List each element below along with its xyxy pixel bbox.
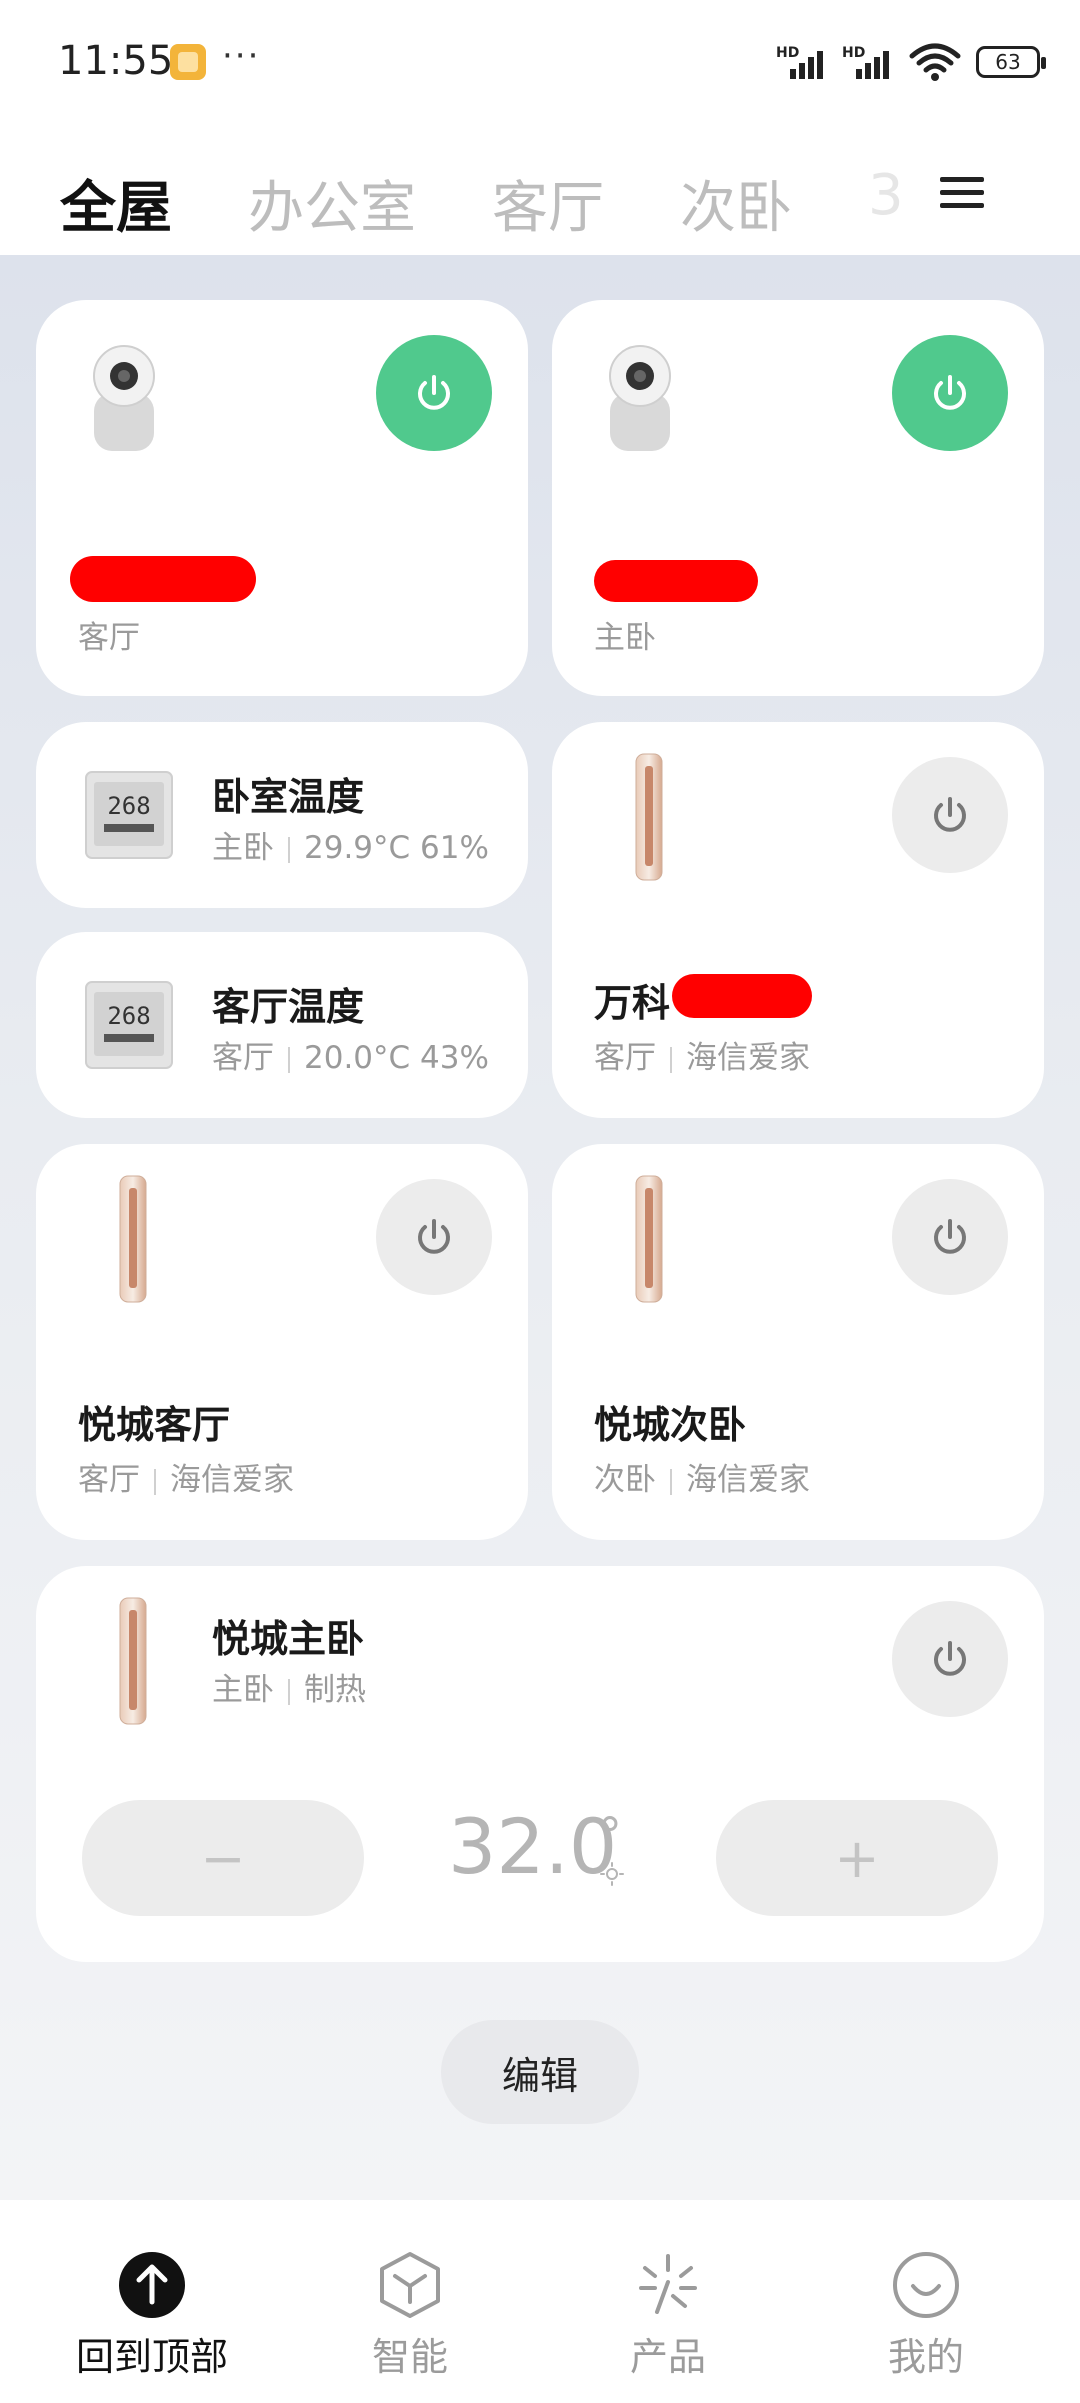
wifi-icon xyxy=(909,43,961,81)
redacted-device-name xyxy=(70,556,256,602)
ac-living-power-button[interactable] xyxy=(376,1179,492,1295)
power-icon xyxy=(418,1219,450,1254)
arrow-up-icon xyxy=(119,2252,185,2318)
edit-button[interactable]: 编辑 xyxy=(441,2020,639,2124)
power-icon xyxy=(934,1641,966,1676)
ac-card-yuecheng-living[interactable]: 悦城客厅 客厅 海信爱家 xyxy=(36,1144,528,1540)
menu-button[interactable] xyxy=(940,172,984,216)
nav-products-label: 产品 xyxy=(629,2335,706,2379)
bottom-navigation: 回到顶部 智能 产品 我的 xyxy=(0,2200,1080,2403)
camera-icon xyxy=(93,345,155,451)
ac-card-vanke[interactable]: 万科 客厅 海信爱家 xyxy=(552,722,1044,1118)
air-conditioner-icon xyxy=(119,1597,147,1725)
svg-text:268: 268 xyxy=(107,792,150,820)
sensor-living-name: 客厅温度 xyxy=(212,985,365,1029)
air-conditioner-icon xyxy=(635,1175,663,1303)
camera-card-master[interactable]: 主卧 xyxy=(552,300,1044,696)
power-icon xyxy=(934,1219,966,1254)
temperature-unit: ° xyxy=(598,1808,622,1864)
cube-icon xyxy=(380,2252,440,2318)
sensor-card-living[interactable]: 268 客厅温度 客厅 20.0°C 43% xyxy=(36,932,528,1118)
ac-vanke-power-button[interactable] xyxy=(892,757,1008,873)
ac-master-power-button[interactable] xyxy=(892,1601,1008,1717)
cell-signal-2-icon: HD xyxy=(842,45,894,79)
tab-second-bedroom[interactable]: 次卧 xyxy=(680,163,792,244)
temperature-increase-button[interactable]: + xyxy=(716,1800,998,1916)
cell-signal-1-icon: HD xyxy=(776,45,828,79)
svg-text:268: 268 xyxy=(107,1002,150,1030)
ac-living-subtitle: 客厅 海信爱家 xyxy=(78,1462,294,1498)
camera-living-power-button[interactable] xyxy=(376,335,492,451)
ac-living-name: 悦城客厅 xyxy=(78,1403,231,1447)
nav-smart-label: 智能 xyxy=(371,2335,448,2379)
thermometer-icon: 268 xyxy=(85,771,173,859)
tab-overflow[interactable]: 3 xyxy=(868,163,904,228)
ac-second-name: 悦城次卧 xyxy=(594,1403,747,1447)
sensor-card-bedroom[interactable]: 268 卧室温度 主卧 29.9°C 61% xyxy=(36,722,528,908)
redacted-device-name xyxy=(672,974,812,1018)
thermometer-icon: 268 xyxy=(85,981,173,1069)
ac-card-yuecheng-second[interactable]: 悦城次卧 次卧 海信爱家 xyxy=(552,1144,1044,1540)
temperature-decrease-button[interactable]: − xyxy=(82,1800,364,1916)
sensor-living-subtitle: 客厅 20.0°C 43% xyxy=(212,1040,489,1076)
status-bar: 11:55 ··· HD HD 63 xyxy=(0,0,1080,130)
ac-vanke-subtitle: 客厅 海信爱家 xyxy=(594,1040,810,1076)
camera-master-room-label: 主卧 xyxy=(594,620,656,656)
camera-card-living[interactable]: 客厅 xyxy=(36,300,528,696)
room-tabs: 全屋 办公室 客厅 次卧 3 xyxy=(0,130,1080,255)
sparkle-icon xyxy=(639,2254,697,2314)
temperature-value: 32.0 xyxy=(448,1802,618,1891)
ac-master-name: 悦城主卧 xyxy=(212,1617,365,1661)
nav-back-to-top-label: 回到顶部 xyxy=(75,2335,228,2379)
ac-vanke-name: 万科 xyxy=(594,981,671,1025)
power-icon xyxy=(934,797,966,832)
power-icon xyxy=(934,375,966,410)
tab-living-room[interactable]: 客厅 xyxy=(492,163,604,244)
air-conditioner-icon xyxy=(635,753,663,881)
gallery-notification-icon xyxy=(170,44,206,80)
more-notifications-icon: ··· xyxy=(222,36,261,76)
status-time: 11:55 xyxy=(58,38,174,84)
ac-second-power-button[interactable] xyxy=(892,1179,1008,1295)
camera-living-room-label: 客厅 xyxy=(78,620,140,656)
power-icon xyxy=(418,375,450,410)
smile-icon xyxy=(893,2252,959,2318)
nav-mine-label: 我的 xyxy=(887,2335,964,2379)
ac-master-subtitle: 主卧 制热 xyxy=(212,1672,366,1708)
sensor-bedroom-subtitle: 主卧 29.9°C 61% xyxy=(212,830,489,866)
sensor-bedroom-name: 卧室温度 xyxy=(212,775,365,819)
air-conditioner-icon xyxy=(119,1175,147,1303)
tab-office[interactable]: 办公室 xyxy=(248,163,416,244)
ac-second-subtitle: 次卧 海信爱家 xyxy=(594,1462,810,1498)
heat-mode-icon xyxy=(600,1862,624,1886)
camera-icon xyxy=(609,345,671,451)
camera-master-power-button[interactable] xyxy=(892,335,1008,451)
battery-icon: 63 xyxy=(976,46,1046,78)
tab-whole-house[interactable]: 全屋 xyxy=(60,163,172,244)
redacted-device-name xyxy=(594,560,758,602)
